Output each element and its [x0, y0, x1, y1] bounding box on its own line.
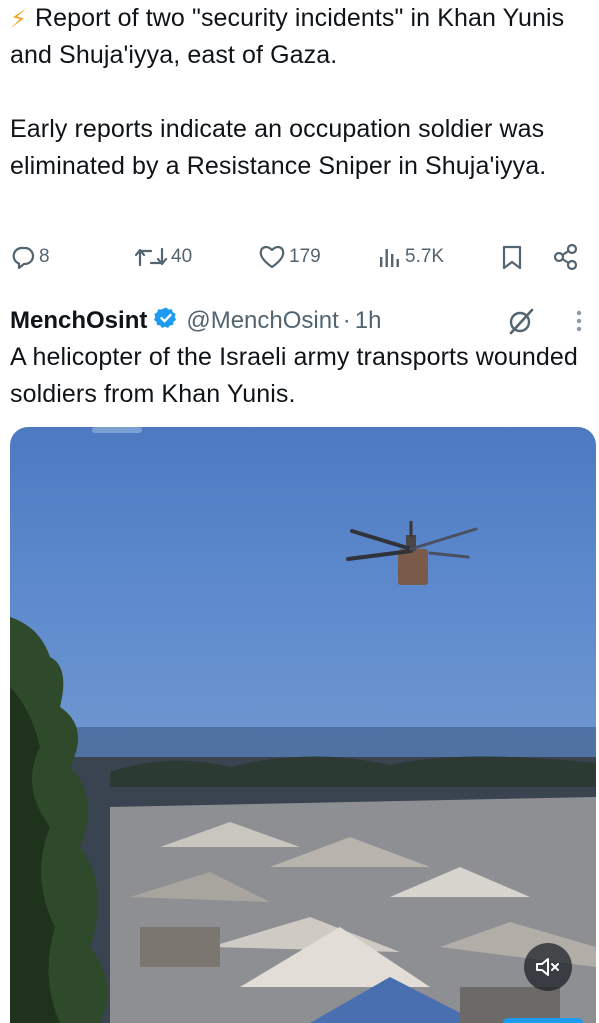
bookmark-button[interactable] — [500, 240, 524, 274]
user-handle[interactable]: @MenchOsint — [186, 307, 338, 335]
timestamp[interactable]: 1h — [355, 307, 382, 335]
tweet-text-line2: Early reports indicate an occupation sol… — [10, 115, 547, 180]
repost-button[interactable]: 40 — [134, 240, 192, 274]
heart-icon — [259, 245, 285, 269]
share-button[interactable] — [552, 240, 580, 274]
tweet-text: A helicopter of the Israeli army transpo… — [10, 343, 578, 408]
muted-speaker-icon — [536, 958, 559, 976]
reply-icon — [12, 246, 35, 269]
repost-icon — [134, 247, 168, 267]
display-name[interactable]: MenchOsint — [10, 307, 147, 335]
tweet-text-content: Report of two "security incidents" in Kh… — [10, 4, 565, 69]
video-player[interactable] — [10, 427, 596, 1023]
separator-dot: · — [342, 307, 351, 334]
like-button[interactable]: 179 — [258, 240, 321, 274]
tweet-text-line1: ⚡ Report of two "security incidents" in K… — [10, 0, 587, 74]
reply-button[interactable]: 8 — [10, 240, 50, 274]
views-count: 5.7K — [405, 246, 445, 267]
reply-count: 8 — [39, 246, 50, 267]
floating-compose-pill[interactable] — [503, 1018, 583, 1023]
views-button[interactable]: 5.7K — [378, 240, 444, 274]
verified-badge-icon — [154, 306, 178, 337]
share-icon — [553, 243, 578, 271]
analytics-icon — [380, 249, 399, 267]
repost-count: 40 — [171, 246, 193, 267]
helicopter-shape — [346, 521, 478, 585]
video-frame — [10, 427, 596, 1023]
mute-button[interactable] — [524, 943, 572, 991]
tweet-header: MenchOsint @MenchOsint · 1h — [10, 305, 589, 337]
like-count: 179 — [289, 246, 321, 267]
tweet-action-bar: 8 40 179 5.7K — [10, 240, 589, 274]
bookmark-icon — [502, 245, 522, 270]
high-voltage-icon: ⚡ — [10, 6, 27, 33]
